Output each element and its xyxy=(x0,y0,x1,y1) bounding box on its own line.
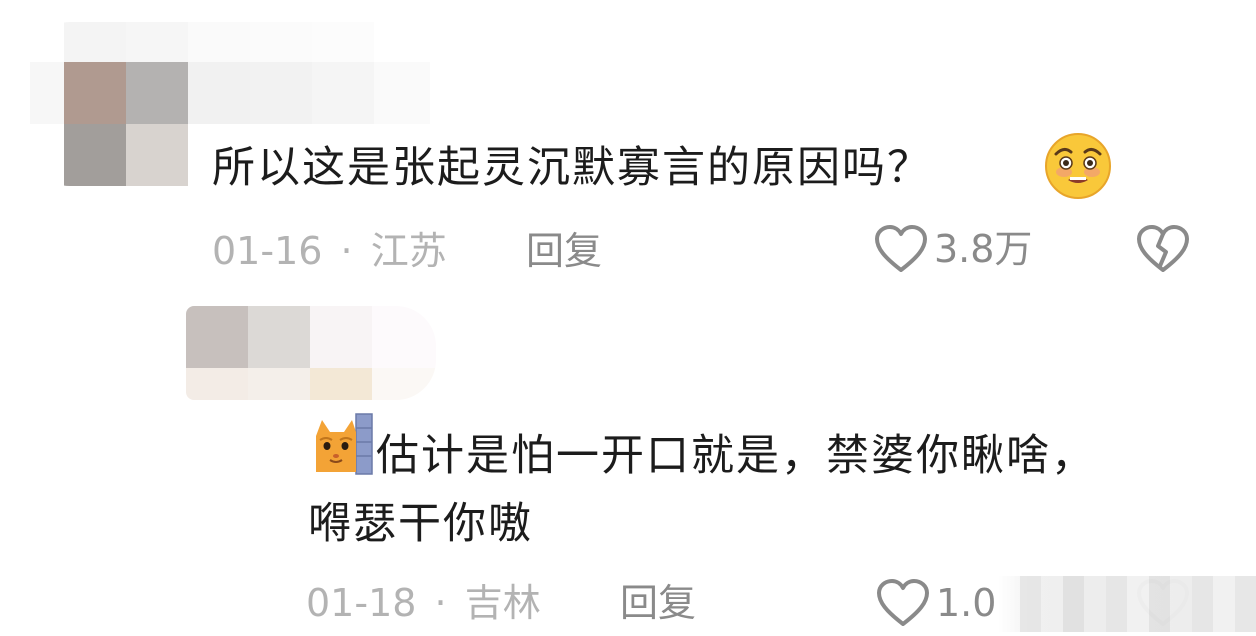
peeking-cat-icon xyxy=(316,413,373,475)
reply-button[interactable]: 回复 xyxy=(526,226,602,276)
reply-button[interactable]: 回复 xyxy=(620,578,696,628)
comment-text-line-2: 嘚瑟干你嗷 xyxy=(308,499,533,549)
like-button[interactable]: 1.0 xyxy=(876,578,996,628)
meta-separator: · xyxy=(340,229,353,273)
broken-heart-icon[interactable] xyxy=(1136,224,1190,274)
like-count: 1.0 xyxy=(936,581,997,625)
like-button[interactable]: 3.8万 xyxy=(874,224,1032,274)
comment-text-line-1: 估计是怕一开口就是，禁婆你瞅啥， xyxy=(376,431,1096,481)
comment-date: 01-16 xyxy=(212,229,323,273)
comment-section: 所以这是张起灵沉默寡言的原因吗？ 01-16 · 江苏 回复 3.8万 估计是怕… xyxy=(0,0,1256,636)
comment-text: 所以这是张起灵沉默寡言的原因吗？ xyxy=(212,143,932,193)
heart-outline-icon xyxy=(875,225,927,272)
comment-date: 01-18 xyxy=(306,581,417,625)
heart-outline-icon xyxy=(877,579,929,626)
comment-region: 江苏 xyxy=(370,229,447,273)
woozy-face-icon xyxy=(1045,133,1111,199)
meta-separator: · xyxy=(434,581,447,625)
comment-region: 吉林 xyxy=(464,581,541,625)
like-count: 3.8万 xyxy=(934,227,1033,271)
avatar-username-blurred[interactable] xyxy=(186,306,436,400)
comment-meta: 01-16 · 江苏 xyxy=(212,226,447,276)
watermark-blurred xyxy=(998,576,1256,632)
comment-meta: 01-18 · 吉林 xyxy=(306,578,541,628)
